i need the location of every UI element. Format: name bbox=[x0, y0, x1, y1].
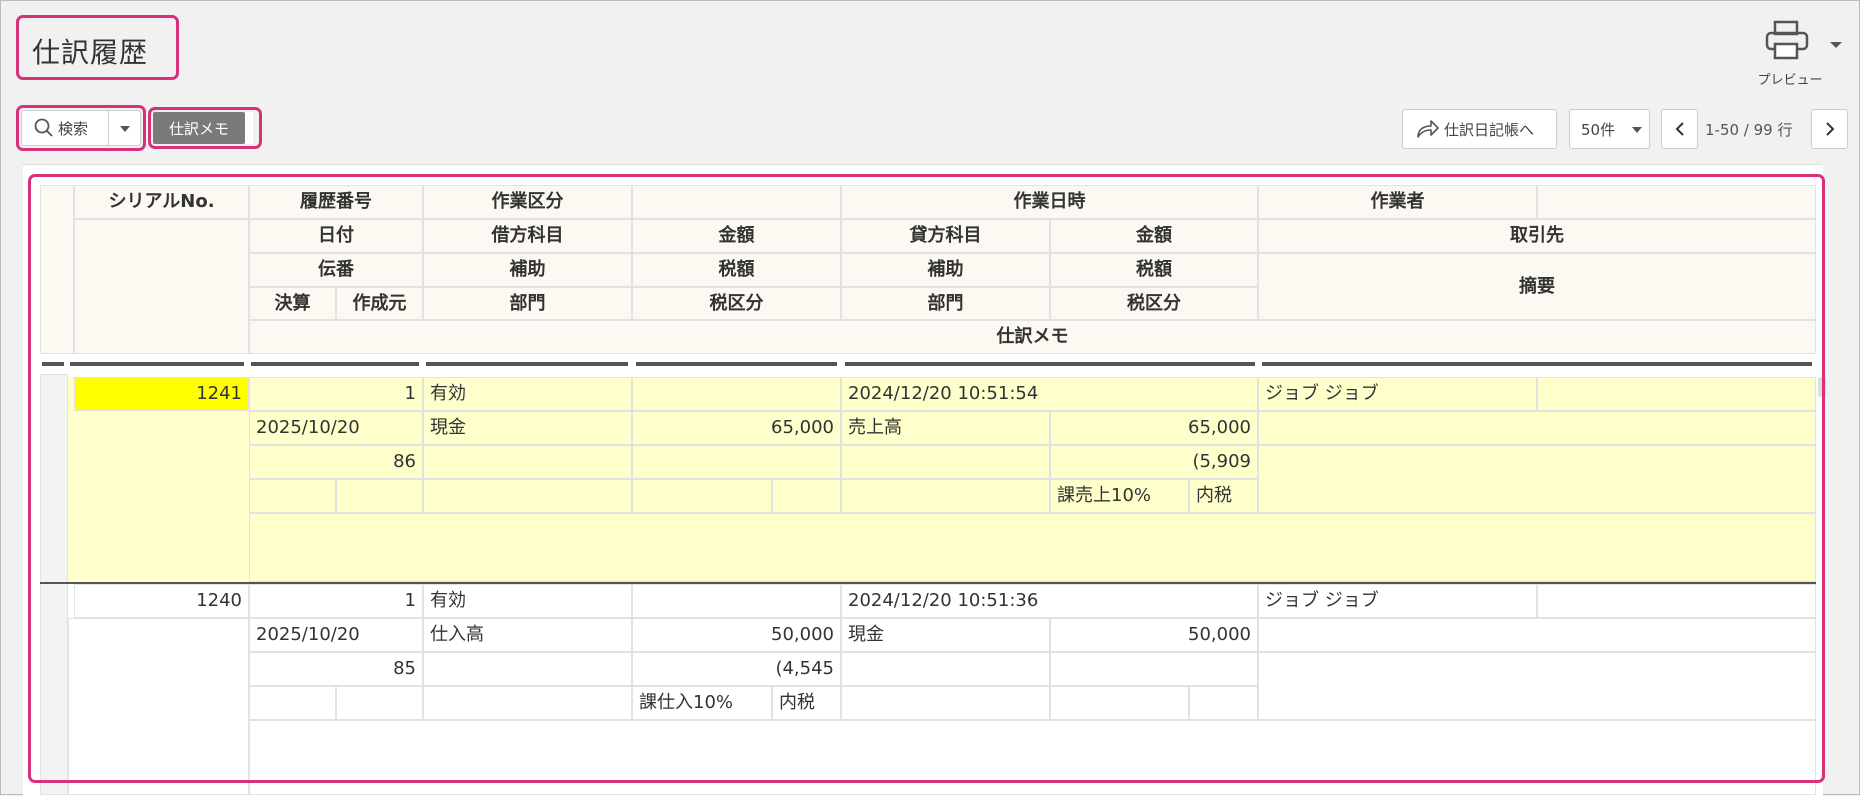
share-arrow-icon bbox=[1417, 120, 1439, 138]
prev-page-button[interactable] bbox=[1661, 109, 1698, 149]
journal-book-link-label: 仕訳日記帳へ bbox=[1444, 120, 1535, 139]
memo-highlight bbox=[148, 107, 262, 149]
per-page-select[interactable]: 50件 bbox=[1569, 109, 1650, 149]
per-page-value: 50件 bbox=[1581, 120, 1616, 139]
chevron-right-icon bbox=[1825, 122, 1834, 136]
print-preview-label: プレビュー bbox=[1757, 73, 1823, 88]
title-highlight bbox=[16, 15, 179, 80]
next-page-button[interactable] bbox=[1811, 109, 1848, 149]
chevron-left-icon bbox=[1675, 122, 1684, 136]
printer-icon bbox=[1765, 20, 1809, 60]
print-dropdown-icon[interactable] bbox=[1830, 42, 1842, 48]
journal-book-link-button[interactable]: 仕訳日記帳へ bbox=[1402, 109, 1557, 149]
table-highlight bbox=[28, 174, 1825, 783]
chevron-down-icon bbox=[1632, 127, 1642, 133]
search-highlight bbox=[16, 105, 146, 151]
pagination-info: 1-50 / 99 行 bbox=[1705, 121, 1793, 139]
